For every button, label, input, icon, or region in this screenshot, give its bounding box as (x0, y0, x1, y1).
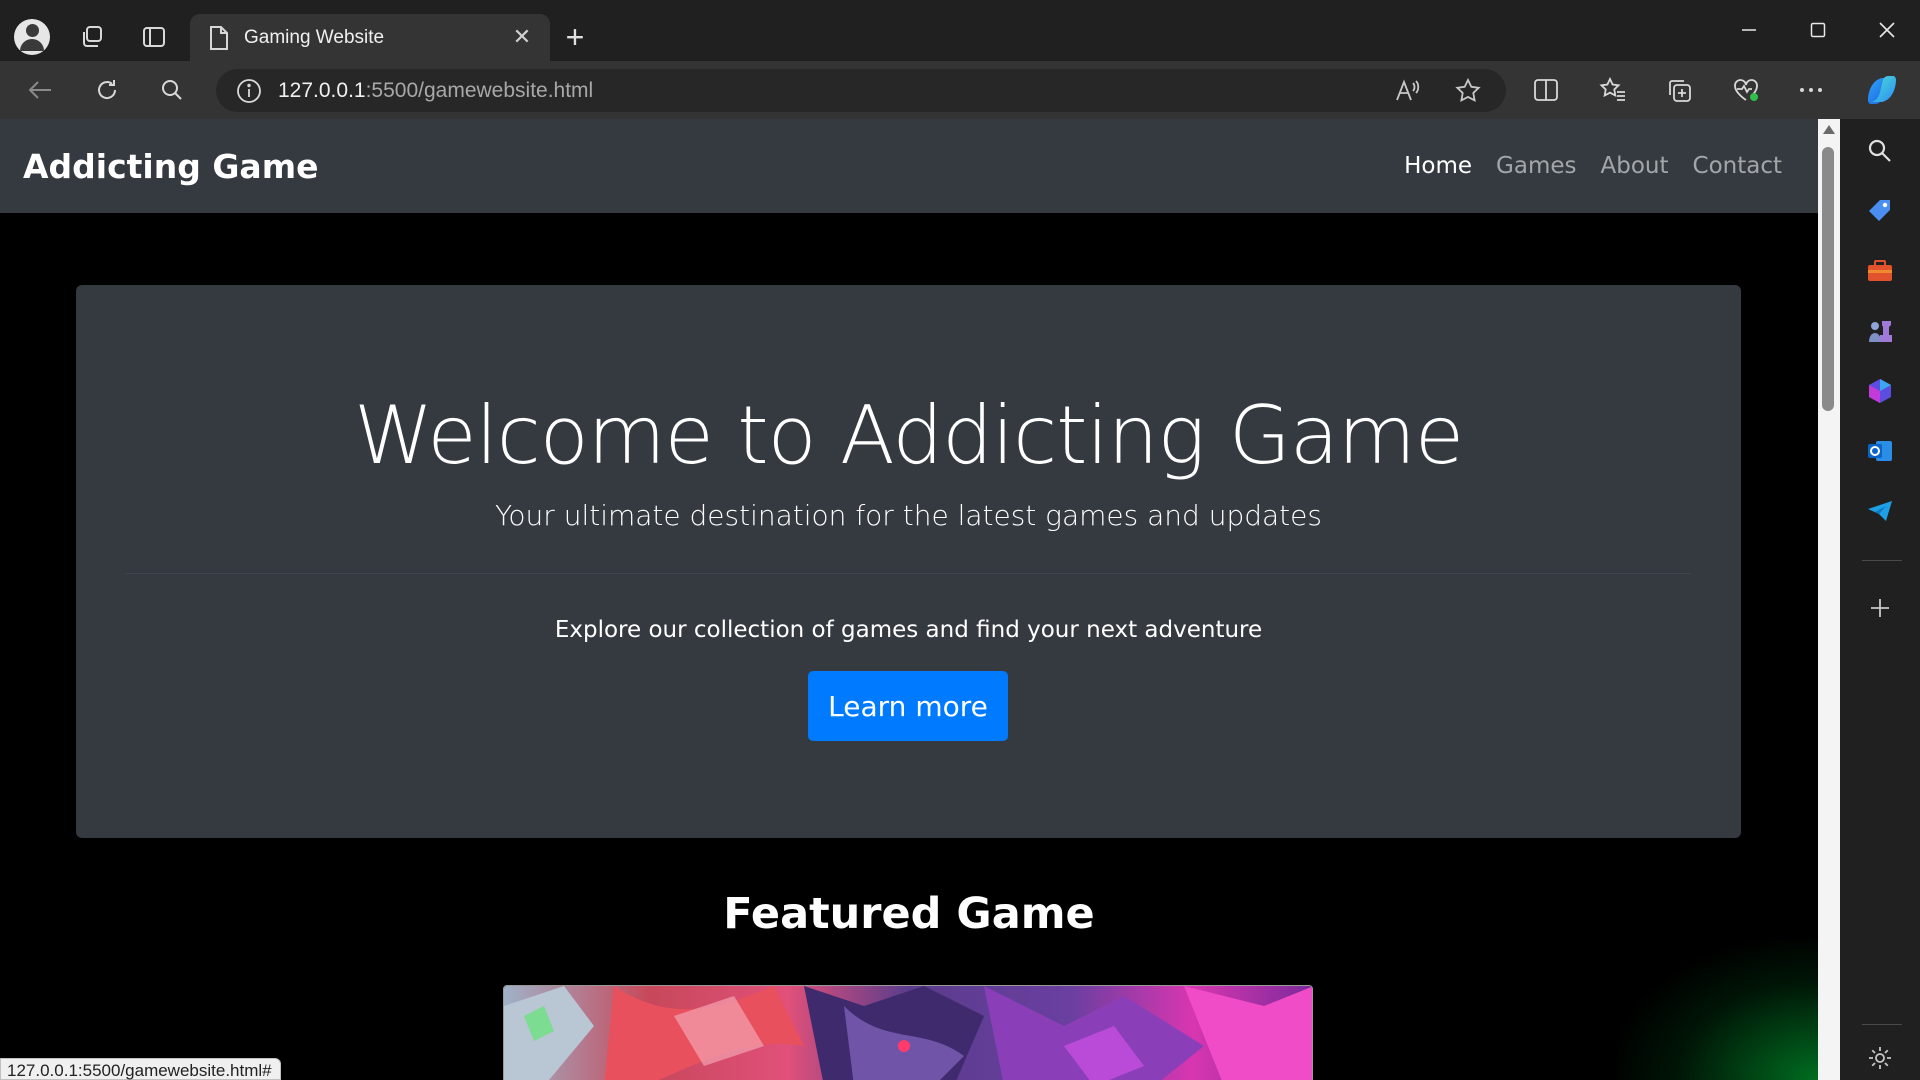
hero-explore-text: Explore our collection of games and find… (554, 617, 1263, 643)
nav-link-games[interactable]: Games (1496, 153, 1576, 179)
shopping-tag-icon[interactable] (1860, 191, 1900, 231)
page-viewport: Addicting Game Home Games About Contact … (0, 119, 1818, 1080)
profile-avatar[interactable] (12, 17, 52, 57)
outlook-icon[interactable] (1860, 431, 1900, 471)
page-icon (210, 25, 228, 50)
learn-more-button[interactable]: Learn more (808, 671, 1008, 741)
hero-title: Welcome to Addicting Game (353, 389, 1464, 482)
more-options-icon[interactable] (1791, 70, 1831, 110)
page-scrollbar[interactable] (1818, 119, 1840, 1080)
edge-sidebar (1840, 119, 1920, 1080)
site-info-icon[interactable] (236, 78, 262, 104)
send-telegram-icon[interactable] (1860, 491, 1900, 531)
scroll-up-arrow-icon[interactable] (1823, 125, 1835, 134)
split-screen-icon[interactable] (1526, 70, 1566, 110)
add-sidebar-app-icon[interactable] (1860, 588, 1900, 628)
address-bar[interactable]: 127.0.0.1:5500/gamewebsite.html (216, 69, 1506, 112)
sidebar-search-icon[interactable] (1860, 131, 1900, 171)
sidebar-separator (1862, 560, 1902, 561)
favorites-icon[interactable] (1593, 70, 1633, 110)
site-nav-links: Home Games About Contact (1404, 153, 1782, 179)
browser-essentials-icon[interactable] (1726, 70, 1766, 110)
hero-divider (126, 573, 1691, 574)
refresh-button[interactable] (87, 70, 127, 110)
avatar-icon (14, 19, 50, 55)
sidebar-settings-gear-icon[interactable] (1860, 1038, 1900, 1078)
sidebar-separator-bottom (1862, 1024, 1902, 1025)
featured-game-heading: Featured Game (723, 889, 1095, 939)
minimize-button[interactable] (1726, 10, 1772, 50)
collections-icon[interactable] (1659, 70, 1699, 110)
vertical-tabs-icon[interactable] (134, 17, 174, 57)
copilot-icon[interactable] (1862, 70, 1902, 110)
new-tab-button[interactable]: + (556, 20, 594, 58)
games-chess-icon[interactable] (1860, 311, 1900, 351)
hero-lead: Your ultimate destination for the latest… (495, 499, 1322, 532)
close-window-button[interactable] (1864, 10, 1910, 50)
featured-game-image[interactable] (503, 985, 1313, 1080)
hero-jumbotron: Welcome to Addicting Game Your ultimate … (76, 285, 1741, 838)
nav-link-home[interactable]: Home (1404, 153, 1472, 179)
maximize-button[interactable] (1795, 10, 1841, 50)
search-icon[interactable] (152, 70, 192, 110)
site-navbar: Addicting Game Home Games About Contact (0, 119, 1818, 213)
read-aloud-icon[interactable] (1388, 71, 1428, 111)
link-status-bar: 127.0.0.1:5500/gamewebsite.html# (0, 1058, 281, 1080)
decorative-glow (1618, 940, 1818, 1080)
workspaces-icon[interactable] (72, 17, 112, 57)
browser-tab-active[interactable]: Gaming Website ✕ (190, 14, 550, 61)
browser-titlebar: Gaming Website ✕ + (0, 0, 1920, 61)
nav-link-about[interactable]: About (1601, 153, 1669, 179)
close-tab-icon[interactable]: ✕ (508, 25, 536, 50)
url-text[interactable]: 127.0.0.1:5500/gamewebsite.html (278, 79, 593, 103)
tab-title: Gaming Website (244, 26, 385, 48)
favorite-star-icon[interactable] (1448, 71, 1488, 111)
scrollbar-thumb[interactable] (1822, 147, 1834, 411)
copilot-sidebar-icon[interactable] (1860, 371, 1900, 411)
site-brand[interactable]: Addicting Game (23, 147, 318, 186)
back-button[interactable] (20, 70, 60, 110)
nav-link-contact[interactable]: Contact (1693, 153, 1782, 179)
tools-briefcase-icon[interactable] (1860, 251, 1900, 291)
browser-toolbar: 127.0.0.1:5500/gamewebsite.html (0, 61, 1920, 119)
